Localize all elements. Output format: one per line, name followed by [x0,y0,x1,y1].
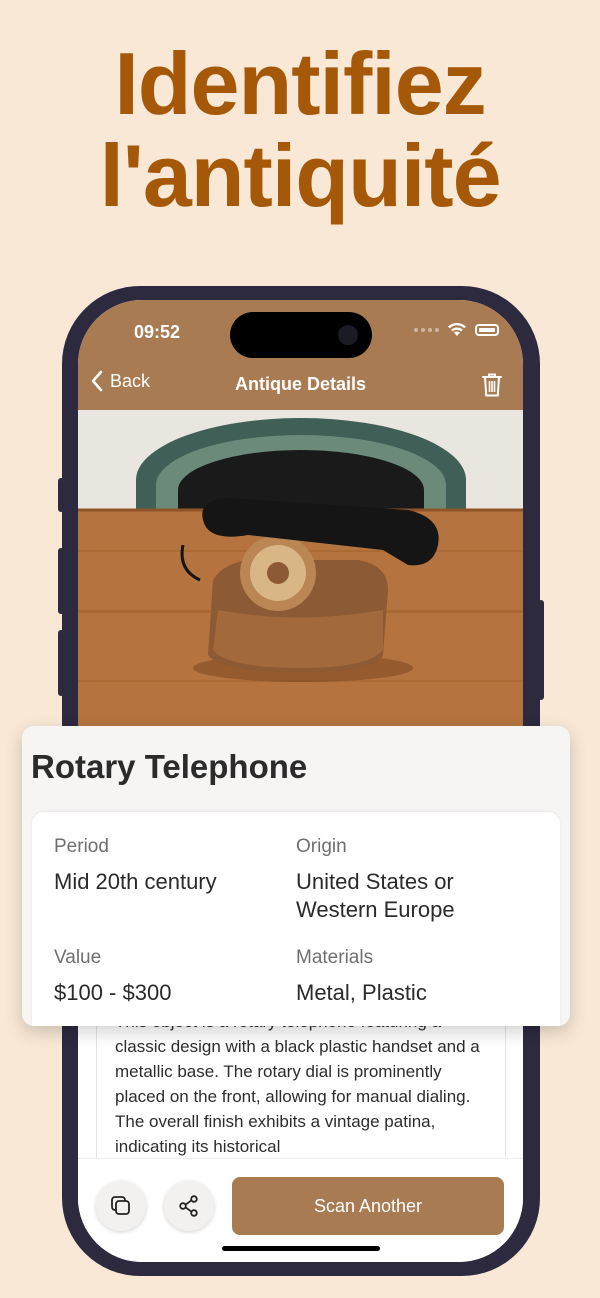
antique-info-card: Rotary Telephone Period Mid 20th century… [22,726,570,1026]
materials-value: Metal, Plastic [296,980,427,1005]
top-bar: 09:52 Back Antique Details [78,300,523,410]
status-time: 09:52 [134,322,181,342]
power-button [538,600,544,700]
camera-icon [338,325,358,345]
headline-line-1: Identifiez [114,34,486,133]
copy-icon [111,1196,130,1215]
origin-value: United States or Western Europe [296,869,455,922]
materials-field: Materials Metal, Plastic [296,947,526,1007]
copy-button[interactable] [96,1181,146,1231]
dynamic-island [230,312,372,358]
battery-icon [475,323,499,336]
share-button[interactable] [164,1181,214,1231]
period-field: Period Mid 20th century [54,836,274,896]
signal-icon [414,327,439,332]
volume-down-button [58,630,64,696]
volume-up-button [58,548,64,614]
trash-icon[interactable] [481,372,503,398]
materials-label: Materials [296,947,374,968]
period-value: Mid 20th century [54,869,217,894]
value-field: Value $100 - $300 [54,947,274,1007]
antique-photo [78,410,523,730]
value-value: $100 - $300 [54,980,172,1005]
home-indicator [222,1246,380,1251]
navigation-bar: Back Antique Details [78,370,523,402]
value-label: Value [54,947,102,968]
period-label: Period [54,836,109,857]
share-icon [179,1195,198,1217]
wifi-icon [448,322,466,336]
antique-title: Rotary Telephone [31,748,308,785]
info-grid: Period Mid 20th century Origin United St… [32,812,560,1026]
headline-line-2: l'antiquité [99,126,501,225]
nav-title: Antique Details [234,374,367,394]
action-button [58,478,64,512]
scan-another-button[interactable]: Scan Another [232,1177,504,1235]
origin-label: Origin [296,836,347,857]
status-icons [414,322,499,337]
description-text: This object is a rotary telephone featur… [115,1012,480,1156]
origin-field: Origin United States or Western Europe [296,836,526,924]
